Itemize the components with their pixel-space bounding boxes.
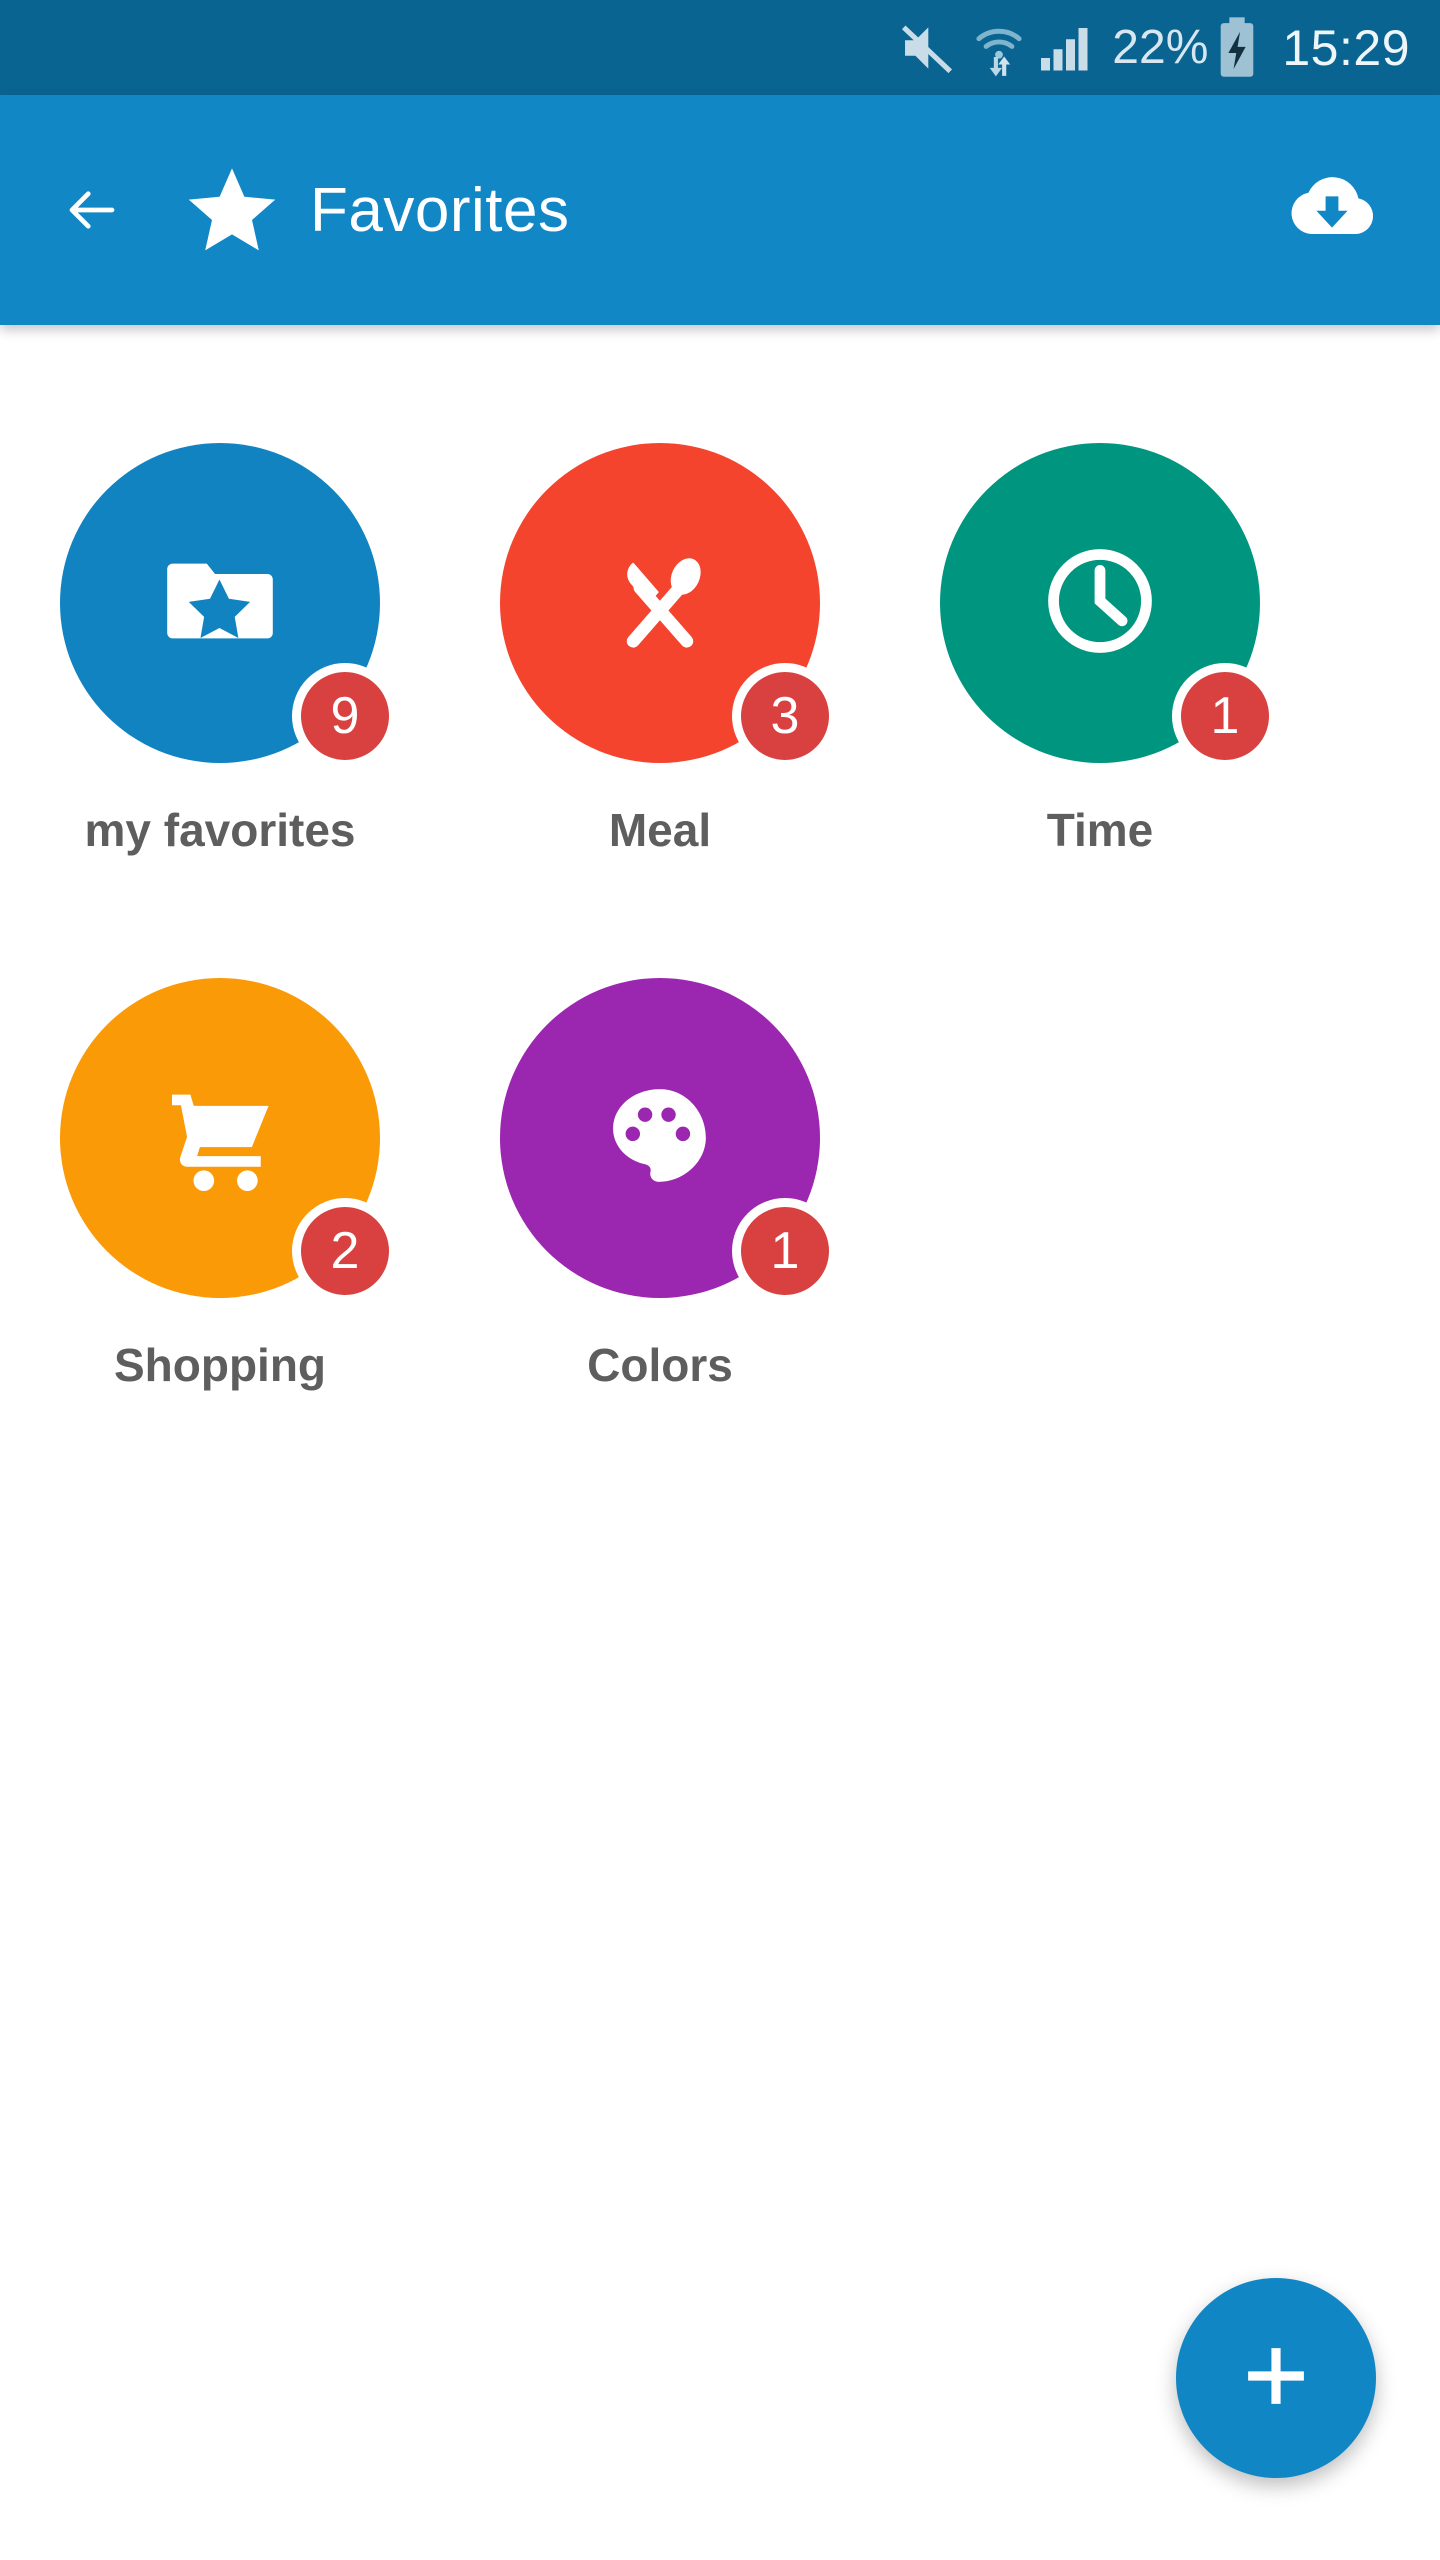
signal-bars-icon — [1036, 17, 1096, 79]
grid-item-label: my favorites — [84, 804, 356, 856]
grid-item-label: Meal — [608, 804, 712, 856]
grid-item-shopping[interactable]: 2 Shopping — [0, 978, 440, 1513]
icon-circle-wrap: 1 — [940, 443, 1278, 769]
icon-circle-wrap: 9 — [60, 443, 398, 769]
battery-charging-icon — [1214, 16, 1260, 79]
icon-circle-wrap: 1 — [500, 978, 838, 1304]
plus-icon — [1232, 2332, 1320, 2425]
wifi-data-icon — [968, 17, 1030, 79]
mute-icon — [896, 17, 958, 79]
star-icon — [184, 162, 280, 258]
folder-star-icon — [154, 535, 286, 672]
badge-count: 9 — [292, 663, 398, 769]
badge-count: 2 — [292, 1198, 398, 1304]
app-bar: Favorites — [0, 95, 1440, 325]
grid-item-meal[interactable]: 3 Meal — [440, 443, 880, 978]
page-title: Favorites — [310, 175, 570, 245]
shopping-cart-icon — [153, 1069, 287, 1208]
grid-item-label: Colors — [587, 1339, 733, 1391]
icon-circle-wrap: 3 — [500, 443, 838, 769]
status-bar: 22% 15:29 — [0, 0, 1440, 95]
paint-palette-icon — [596, 1072, 724, 1205]
icon-circle-wrap: 2 — [60, 978, 398, 1304]
grid-item-time[interactable]: 1 Time — [880, 443, 1320, 978]
battery-percent-label: 22% — [1112, 20, 1209, 74]
add-fab-button[interactable] — [1176, 2278, 1376, 2478]
cutlery-icon — [593, 534, 727, 673]
grid-item-my-favorites[interactable]: 9 my favorites — [0, 443, 440, 978]
favorites-grid: 9 my favorites 3 Meal 1 Time 2 Shopping … — [0, 443, 1440, 1513]
clock-time-label: 15:29 — [1282, 19, 1410, 76]
badge-count: 1 — [732, 1198, 838, 1304]
badge-count: 1 — [1172, 663, 1278, 769]
grid-item-label: Shopping — [113, 1339, 327, 1391]
grid-item-label: Time — [1046, 804, 1154, 856]
cloud-download-icon[interactable] — [1284, 162, 1380, 258]
grid-item-colors[interactable]: 1 Colors — [440, 978, 880, 1513]
clock-icon — [1032, 533, 1168, 674]
back-arrow-icon[interactable] — [62, 180, 122, 240]
content-area: 9 my favorites 3 Meal 1 Time 2 Shopping … — [0, 325, 1440, 2560]
badge-count: 3 — [732, 663, 838, 769]
